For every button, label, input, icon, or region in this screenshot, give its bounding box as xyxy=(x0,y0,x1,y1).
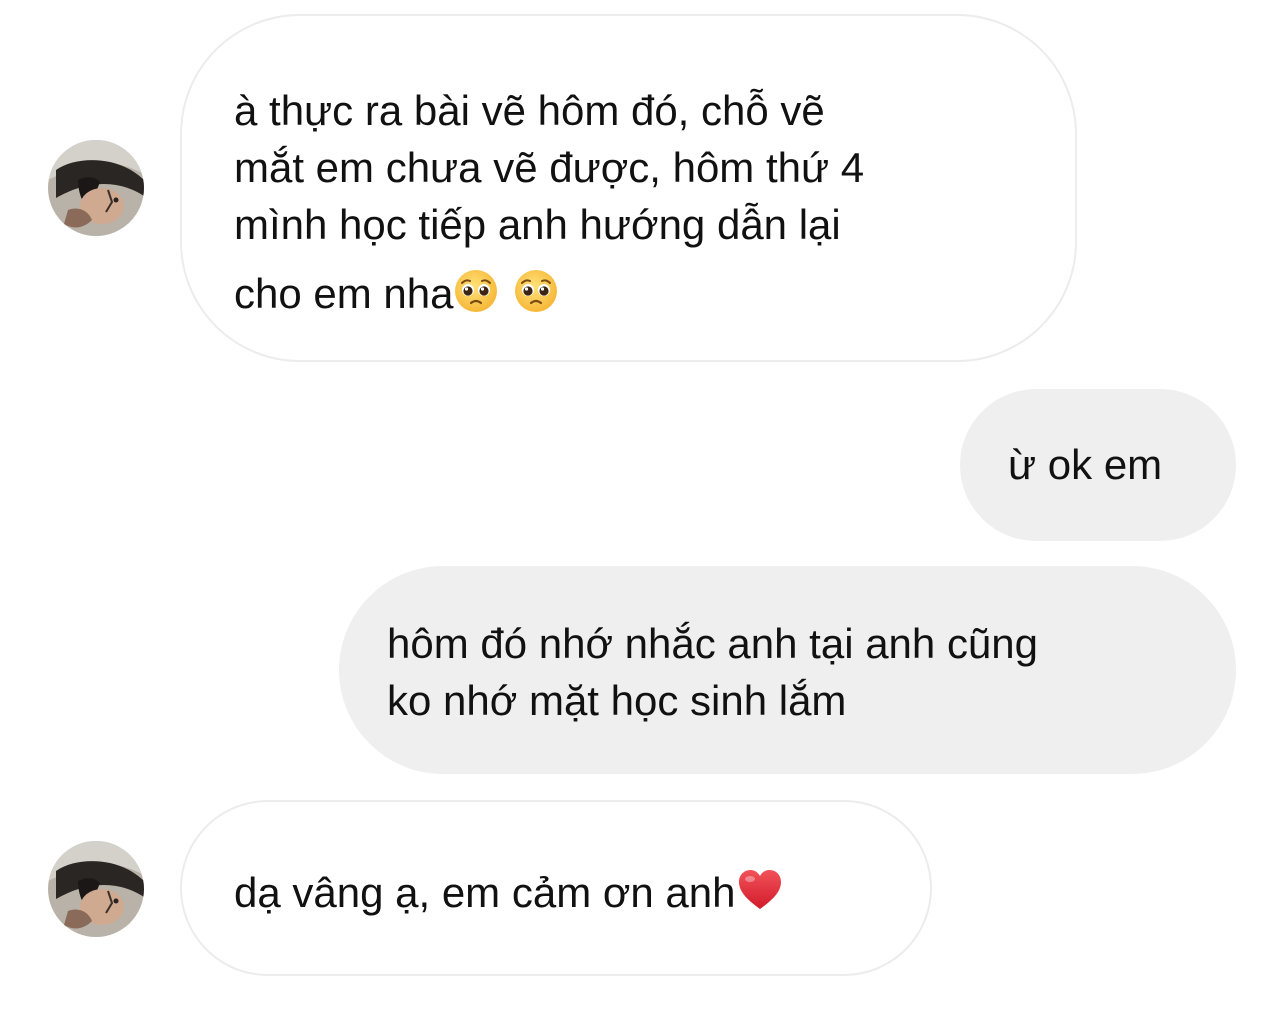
message-line: mắt em chưa vẽ được, hôm thứ 4 xyxy=(234,144,865,191)
message-line-with-emoji: cho em nha xyxy=(234,265,1075,322)
red-heart-emoji-icon xyxy=(736,867,784,913)
message-line: hôm đó nhớ nhắc anh tại anh cũng xyxy=(387,620,1039,667)
avatar-photo-icon xyxy=(48,841,144,937)
outgoing-message-bubble[interactable]: hôm đó nhớ nhắc anh tại anh cũng ko nhớ … xyxy=(339,566,1236,774)
message-line: mình học tiếp anh hướng dẫn lại xyxy=(234,201,841,248)
outgoing-message-bubble[interactable]: ừ ok em xyxy=(960,389,1236,541)
message-line: ko nhớ mặt học sinh lắm xyxy=(387,677,847,724)
incoming-message-bubble[interactable]: dạ vâng ạ, em cảm ơn anh xyxy=(180,800,932,976)
contact-avatar[interactable] xyxy=(48,140,144,236)
message-line: ừ ok em xyxy=(1008,441,1163,488)
message-line: à thực ra bài vẽ hôm đó, chỗ vẽ xyxy=(234,87,825,134)
avatar-photo-icon xyxy=(48,140,144,236)
message-line-with-emoji: dạ vâng ạ, em cảm ơn anh xyxy=(234,864,930,921)
message-line: dạ vâng ạ, em cảm ơn anh xyxy=(234,869,736,916)
contact-avatar[interactable] xyxy=(48,841,144,937)
message-line: cho em nha xyxy=(234,270,454,317)
incoming-message-bubble[interactable]: à thực ra bài vẽ hôm đó, chỗ vẽ mắt em c… xyxy=(180,14,1077,362)
pleading-face-emoji-icon xyxy=(513,268,559,314)
pleading-face-emoji-icon xyxy=(453,268,499,314)
